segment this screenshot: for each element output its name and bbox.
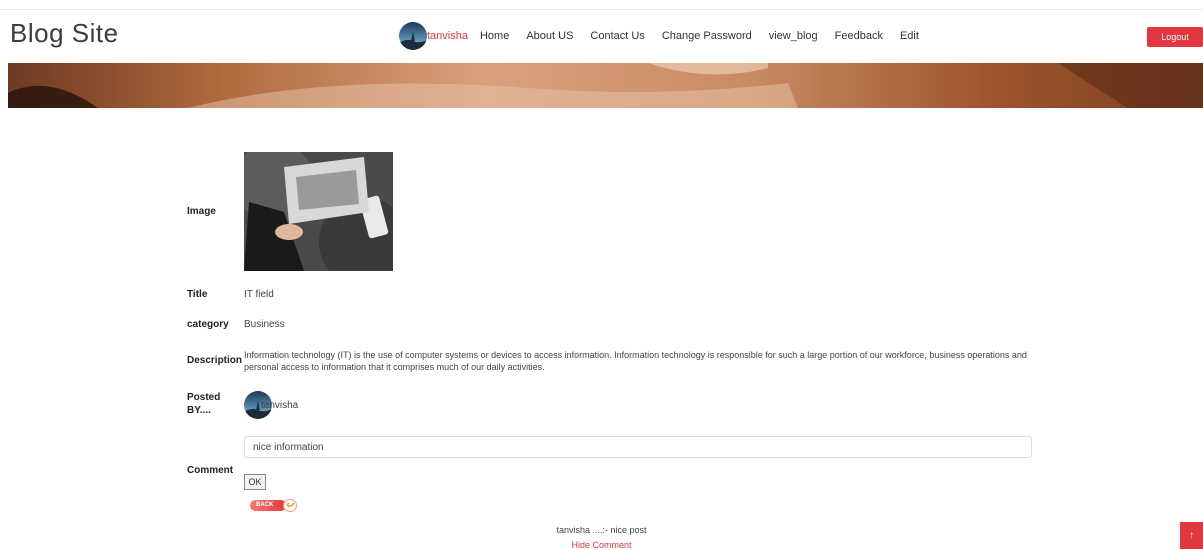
- nav-feedback[interactable]: Feedback: [835, 30, 883, 42]
- logout-button[interactable]: Logout: [1147, 27, 1203, 47]
- title-label: Title: [187, 289, 208, 300]
- title-value: IT field: [244, 289, 274, 300]
- main-nav: tanvisha Home About US Contact Us Change…: [399, 21, 936, 51]
- nav-contact-us[interactable]: Contact Us: [590, 30, 644, 42]
- arrow-up-icon: ↑: [1189, 530, 1194, 541]
- posted-by-label-line2: BY....: [187, 405, 211, 416]
- nav-view-blog[interactable]: view_blog: [769, 30, 818, 42]
- back-button[interactable]: BACK: [250, 499, 298, 512]
- posted-by-value: tanvisha: [261, 400, 299, 411]
- image-label: Image: [187, 206, 216, 217]
- ok-button[interactable]: OK: [244, 474, 266, 490]
- category-label: category: [187, 319, 229, 330]
- site-brand[interactable]: Blog Site: [10, 18, 119, 49]
- category-value: Business: [244, 319, 285, 330]
- nav-edit[interactable]: Edit: [900, 30, 919, 42]
- nav-about-us[interactable]: About US: [526, 30, 573, 42]
- nav-home[interactable]: Home: [480, 30, 509, 42]
- user-avatar[interactable]: [399, 22, 427, 50]
- nav-change-password[interactable]: Change Password: [662, 30, 752, 42]
- comment-input[interactable]: [244, 436, 1032, 458]
- back-arrow-icon: [283, 499, 297, 512]
- posted-by-label-line1: Posted: [187, 392, 221, 403]
- scroll-top-button[interactable]: ↑: [1180, 522, 1203, 549]
- comment-label: Comment: [187, 465, 234, 476]
- blog-image: [244, 152, 393, 271]
- description-value: Information technology (IT) is the use o…: [244, 350, 1027, 372]
- comment-entry: tanvisha ....:- nice post: [556, 525, 647, 535]
- description-label: Description: [187, 355, 243, 366]
- top-divider: [0, 9, 1203, 10]
- header-banner: [8, 63, 1203, 108]
- nav-user-name[interactable]: tanvisha: [427, 30, 468, 42]
- back-button-label: BACK: [250, 500, 286, 511]
